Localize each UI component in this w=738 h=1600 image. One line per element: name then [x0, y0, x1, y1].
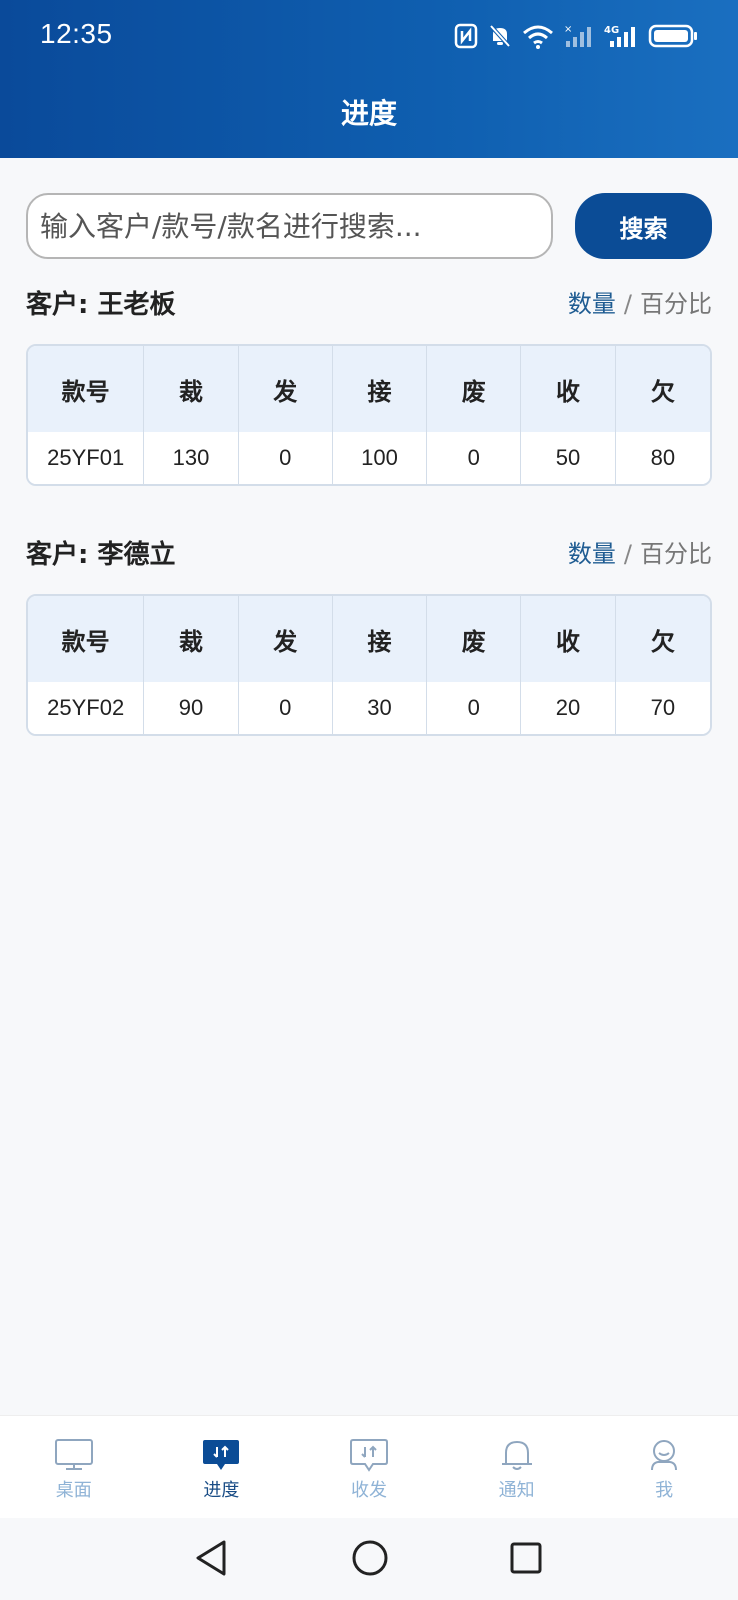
mode-toggle: 数量 / 百分比: [568, 284, 712, 319]
status-time: 12:35: [40, 18, 113, 49]
col-header-received: 接: [332, 596, 428, 682]
nav-label: 进度: [203, 1480, 240, 1501]
col-header-received: 接: [332, 346, 428, 432]
cell-style: 25YF01: [28, 432, 145, 484]
mode-percent[interactable]: 百分比: [640, 540, 712, 568]
nav-label: 桌面: [55, 1480, 92, 1501]
cell-waste: 0: [427, 682, 522, 734]
cell-style: 25YF02: [28, 682, 145, 734]
transfer-icon: [349, 1439, 388, 1472]
cell-cut: 90: [144, 682, 239, 734]
table-header-row: 款号 裁 发 接 废 收 欠: [28, 596, 710, 682]
nav-item-desktop[interactable]: 桌面: [0, 1416, 148, 1518]
table-row[interactable]: 25YF02 90 0 30 0 20 70: [28, 682, 710, 734]
cell-collected: 20: [521, 682, 616, 734]
mode-quantity[interactable]: 数量: [568, 540, 616, 568]
col-header-style: 款号: [28, 596, 145, 682]
col-header-sent: 发: [238, 596, 333, 682]
cell-owed: 80: [615, 432, 710, 484]
col-header-waste: 废: [427, 346, 522, 432]
customer-title: 客户: 王老板: [26, 290, 176, 320]
status-icons: × 4G: [454, 20, 698, 52]
cell-owed: 70: [615, 682, 710, 734]
svg-text:×: ×: [564, 24, 572, 35]
user-icon: [651, 1440, 678, 1471]
back-icon[interactable]: [194, 1538, 230, 1578]
bell-icon: [501, 1440, 532, 1470]
progress-table: 款号 裁 发 接 废 收 欠 25YF02 90 0 30 0 20 70: [26, 594, 712, 736]
nav-item-transfer[interactable]: 收发: [295, 1416, 443, 1518]
home-icon[interactable]: [350, 1538, 390, 1578]
search-button[interactable]: 搜索: [575, 193, 712, 259]
col-header-collected: 收: [521, 346, 616, 432]
cell-sent: 0: [238, 432, 333, 484]
app-header: 12:35 × 4G 进度: [0, 0, 738, 158]
signal-icon: ×: [564, 24, 591, 47]
cell-received: 100: [332, 432, 428, 484]
nav-item-progress[interactable]: 进度: [148, 1416, 296, 1518]
progress-table: 款号 裁 发 接 废 收 欠 25YF01 130 0 100 0 50 80: [26, 344, 712, 486]
col-header-owed: 欠: [615, 596, 710, 682]
customer-title: 客户: 李德立: [26, 540, 176, 570]
cell-received: 30: [332, 682, 428, 734]
cell-sent: 0: [238, 682, 333, 734]
page-title: 进度: [340, 97, 397, 130]
desktop-icon: [54, 1439, 93, 1470]
cell-cut: 130: [144, 432, 239, 484]
wifi-icon: [523, 25, 553, 49]
battery-icon: [648, 24, 697, 48]
mode-toggle: 数量 / 百分比: [568, 534, 712, 569]
system-nav-bar: [0, 1518, 738, 1600]
svg-text:4G: 4G: [604, 25, 619, 36]
table-header-row: 款号 裁 发 接 废 收 欠: [28, 346, 710, 432]
col-header-sent: 发: [238, 346, 333, 432]
col-header-style: 款号: [28, 346, 145, 432]
mode-percent[interactable]: 百分比: [640, 290, 712, 318]
col-header-owed: 欠: [615, 346, 710, 432]
col-header-cut: 裁: [144, 596, 239, 682]
nfc-icon: [454, 23, 478, 49]
mode-separator: /: [623, 290, 632, 318]
nav-label: 收发: [350, 1480, 387, 1501]
bottom-nav: 桌面 进度 收发 通知 我: [0, 1415, 738, 1518]
col-header-waste: 废: [427, 596, 522, 682]
col-header-collected: 收: [521, 596, 616, 682]
col-header-cut: 裁: [144, 346, 239, 432]
cell-collected: 50: [521, 432, 616, 484]
nav-label: 通知: [498, 1480, 535, 1501]
nav-label: 我: [655, 1480, 674, 1501]
mode-quantity[interactable]: 数量: [568, 290, 616, 318]
search-input[interactable]: [26, 193, 553, 259]
signal-4g-icon: 4G: [604, 25, 635, 47]
cell-waste: 0: [427, 432, 522, 484]
progress-icon: [203, 1440, 240, 1470]
table-row[interactable]: 25YF01 130 0 100 0 50 80: [28, 432, 710, 484]
nav-item-notifications[interactable]: 通知: [443, 1416, 591, 1518]
mute-icon: [489, 24, 511, 48]
mode-separator: /: [623, 540, 632, 568]
recents-icon[interactable]: [508, 1538, 544, 1578]
nav-item-me[interactable]: 我: [590, 1416, 738, 1518]
status-bar: 12:35 × 4G: [0, 0, 738, 72]
